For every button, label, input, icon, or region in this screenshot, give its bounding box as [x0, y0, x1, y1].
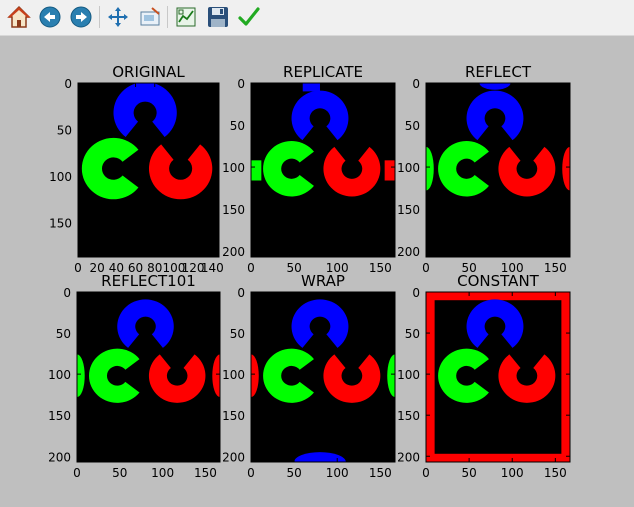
subplot-reflect: REFLECT0 50 100 150050100150200: [397, 63, 571, 275]
x-tick-label: 50: [286, 466, 301, 480]
back-button[interactable]: [37, 4, 63, 30]
pan-move-icon: [108, 7, 128, 27]
subplot-title: REFLECT: [465, 63, 532, 81]
edit-check-icon: [238, 7, 260, 26]
zoom-button[interactable]: [137, 4, 163, 30]
y-tick-label: 100: [222, 161, 245, 175]
subplot-title: REPLICATE: [283, 63, 363, 81]
x-tick-label: 0: [247, 466, 255, 480]
y-tick-label: 150: [397, 203, 420, 217]
y-tick-label: 0: [412, 286, 420, 300]
replicate-left-edge: [251, 160, 262, 181]
x-tick-label: 0: [422, 466, 430, 480]
y-tick-label: 50: [230, 327, 245, 341]
configure-subplots-icon: [176, 7, 196, 27]
save-button[interactable]: [205, 4, 231, 30]
y-tick-label: 100: [222, 368, 245, 382]
y-tick-label: 50: [405, 327, 420, 341]
subplot-replicate: REPLICATE0 50 100 150050100150200: [222, 63, 396, 275]
y-tick-label: 50: [57, 124, 72, 138]
y-tick-label: 0: [63, 286, 71, 300]
x-tick-label: 150: [194, 466, 217, 480]
home-button[interactable]: [6, 4, 32, 30]
save-floppy-icon: [208, 7, 228, 27]
x-tick-label: 140: [201, 261, 224, 275]
image-wrap: [251, 292, 395, 462]
x-tick-label: 100: [326, 466, 349, 480]
y-tick-label: 50: [56, 327, 71, 341]
subplot-title: WRAP: [301, 272, 345, 290]
y-tick-label: 0: [64, 77, 72, 91]
image-reflect: [426, 83, 570, 257]
y-tick-label: 150: [397, 409, 420, 423]
x-tick-label: 50: [461, 466, 476, 480]
image-reflect101: [77, 292, 220, 462]
subplot-title: REFLECT101: [101, 272, 196, 290]
subplot-original: ORIGINAL0 20 40 60 80 100120140050100150: [49, 63, 224, 275]
y-tick-label: 0: [412, 77, 420, 91]
x-tick-label: 50: [112, 466, 127, 480]
subplot-title: CONSTANT: [457, 272, 540, 290]
x-tick-label: 0: [422, 261, 430, 275]
x-tick-label: 50: [286, 261, 301, 275]
x-tick-label: 150: [369, 261, 392, 275]
x-tick-label: 150: [544, 261, 567, 275]
y-tick-label: 50: [230, 119, 245, 133]
x-tick-label: 150: [369, 466, 392, 480]
toolbar-separator: [167, 6, 168, 28]
replicate-right-edge: [384, 160, 395, 181]
home-icon: [7, 5, 31, 28]
y-tick-label: 0: [237, 286, 245, 300]
y-tick-label: 150: [222, 409, 245, 423]
back-arrow-icon: [39, 6, 61, 28]
y-tick-label: 50: [405, 119, 420, 133]
subplot-constant: CONSTANT 0 50 100 150 0 50 100 150 200: [397, 272, 571, 480]
subplot-reflect101: REFLECT101 0 50 100 150 0 50 100 150 200: [48, 272, 221, 480]
y-tick-label: 150: [49, 217, 72, 231]
y-tick-label: 150: [48, 409, 71, 423]
y-tick-label: 100: [49, 170, 72, 184]
toolbar: [0, 0, 634, 36]
x-tick-label: 0: [73, 466, 81, 480]
toolbar-separator: [99, 6, 100, 28]
subplot-wrap: WRAP 0 50 100 150 0 50 100 150 200: [222, 272, 396, 480]
x-tick-label: 100: [151, 466, 174, 480]
x-tick-label: 150: [544, 466, 567, 480]
image-constant: [426, 292, 570, 462]
pan-button[interactable]: [105, 4, 131, 30]
image-replicate: [251, 83, 395, 257]
x-tick-label: 100: [501, 466, 524, 480]
y-tick-label: 200: [222, 245, 245, 259]
figure-canvas: ORIGINAL0 20 40 60 80 100120140050100150REPLI…: [48, 63, 571, 480]
x-tick-label: 0: [247, 261, 255, 275]
y-tick-label: 200: [222, 450, 245, 464]
y-tick-label: 100: [48, 368, 71, 382]
zoom-rect-icon: [140, 7, 160, 26]
x-tick-label: 0: [74, 261, 82, 275]
y-tick-label: 200: [397, 245, 420, 259]
image-original: [78, 83, 219, 257]
forward-button[interactable]: [68, 4, 94, 30]
y-tick-label: 150: [222, 203, 245, 217]
replicate-top-edge: [302, 83, 320, 92]
y-tick-label: 0: [237, 77, 245, 91]
subplots-button[interactable]: [173, 4, 199, 30]
forward-arrow-icon: [70, 6, 92, 28]
y-tick-label: 100: [397, 161, 420, 175]
subplot-title: ORIGINAL: [112, 63, 185, 81]
y-tick-label: 200: [397, 450, 420, 464]
y-tick-label: 200: [48, 450, 71, 464]
edit-button[interactable]: [236, 4, 262, 30]
y-tick-label: 100: [397, 368, 420, 382]
